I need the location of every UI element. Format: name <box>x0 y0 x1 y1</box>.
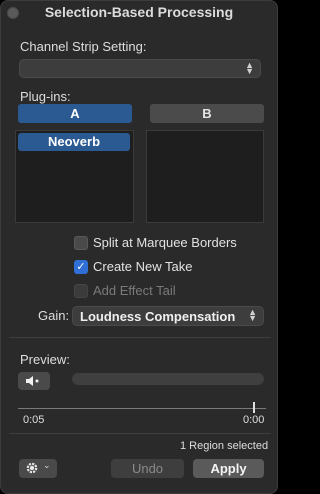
tab-b[interactable]: B <box>150 104 264 123</box>
chevron-down-icon: ⌄ <box>43 460 51 470</box>
create-take-checkbox[interactable]: ✓ <box>74 260 88 274</box>
gain-label: Gain: <box>38 308 70 323</box>
effect-tail-label: Add Effect Tail <box>93 283 176 298</box>
split-checkbox[interactable] <box>74 236 88 250</box>
split-label: Split at Marquee Borders <box>93 235 237 250</box>
preview-end-time: 0:00 <box>243 414 265 426</box>
divider <box>9 433 271 434</box>
preview-start-time: 0:05 <box>23 414 45 426</box>
speaker-icon <box>26 376 39 386</box>
playhead-marker[interactable] <box>253 402 255 413</box>
title-bar: Selection-Based Processing <box>1 1 277 25</box>
checkmark-icon: ✓ <box>76 261 86 273</box>
apply-button[interactable]: Apply <box>193 459 264 478</box>
action-menu-button[interactable]: ⌄ <box>19 459 57 478</box>
plugin-slot-neoverb[interactable]: Neoverb <box>18 133 130 151</box>
preview-label: Preview: <box>20 352 70 367</box>
selection-processing-window: Selection-Based Processing Channel Strip… <box>0 0 278 494</box>
undo-button[interactable]: Undo <box>111 459 184 478</box>
window-title: Selection-Based Processing <box>44 4 234 20</box>
selection-status: 1 Region selected <box>180 440 269 452</box>
plugin-slots-b[interactable] <box>146 130 264 223</box>
preview-speaker-button[interactable] <box>18 372 50 390</box>
chevron-updown-icon: ▲ ▼ <box>248 307 257 323</box>
gain-select[interactable]: Loudness Compensation ▲ ▼ <box>72 306 264 326</box>
create-take-label: Create New Take <box>93 259 193 274</box>
tab-a[interactable]: A <box>18 104 132 123</box>
preview-progress-track[interactable] <box>72 373 264 385</box>
divider <box>9 337 271 338</box>
effect-tail-checkbox[interactable] <box>74 284 88 298</box>
timeline-axis <box>18 408 266 409</box>
plugin-slots-a: Neoverb <box>15 130 134 223</box>
gear-icon <box>26 462 38 474</box>
channel-strip-select[interactable]: ▲ ▼ <box>19 59 261 78</box>
plugins-label: Plug-ins: <box>20 89 71 104</box>
chevron-updown-icon: ▲ ▼ <box>245 60 254 76</box>
gain-value: Loudness Compensation <box>80 309 236 324</box>
channel-strip-label: Channel Strip Setting: <box>20 39 147 54</box>
